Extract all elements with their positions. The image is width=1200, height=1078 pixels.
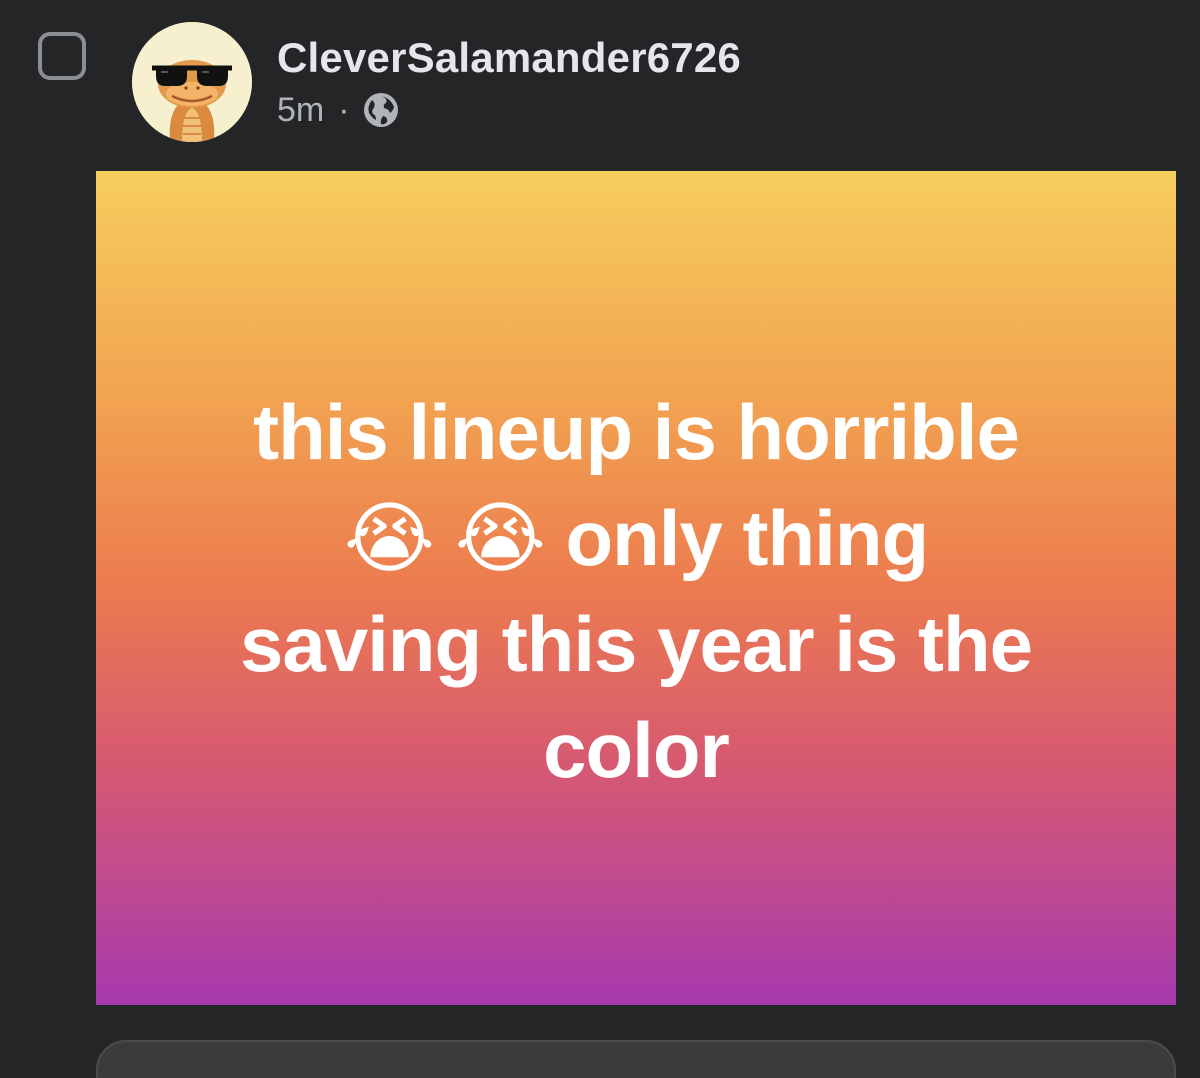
select-checkbox[interactable] — [38, 32, 86, 80]
salamander-avatar-icon — [132, 22, 252, 142]
post-text-background: this lineup is horrible 😭 😭 only thing s… — [96, 171, 1176, 1005]
meta-separator: · — [338, 91, 350, 129]
post-text: this lineup is horrible 😭 😭 only thing s… — [239, 388, 1033, 794]
comment-input[interactable] — [96, 1040, 1176, 1078]
avatar[interactable] — [132, 22, 252, 142]
post-time[interactable]: 5m — [277, 91, 324, 130]
post-card: CleverSalamander6726 5m · this lineup is… — [0, 0, 1200, 1078]
globe-icon[interactable] — [362, 91, 400, 129]
author-name[interactable]: CleverSalamander6726 — [277, 34, 741, 82]
post-meta: 5m · — [277, 90, 400, 130]
